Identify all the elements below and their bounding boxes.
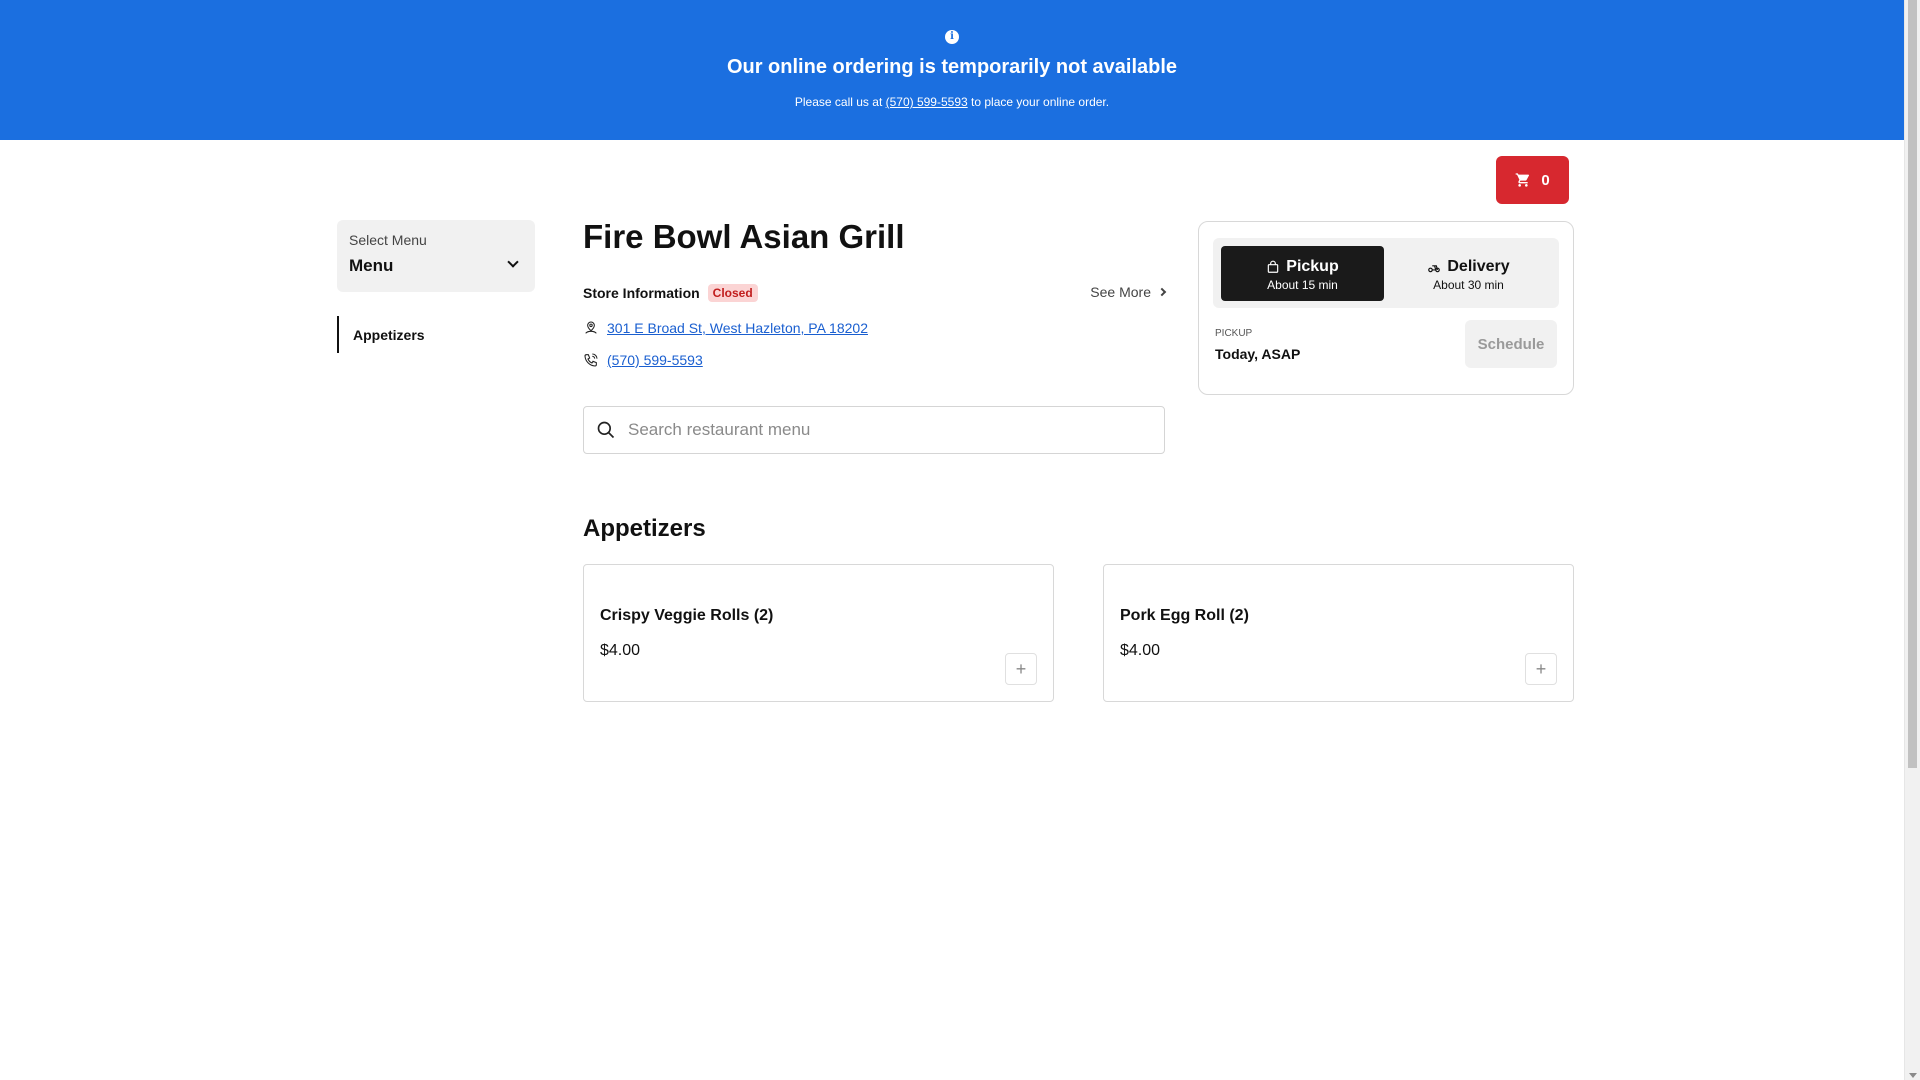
item-name: Crispy Veggie Rolls (2) xyxy=(600,607,774,624)
unavailable-banner: i Our online ordering is temporarily not… xyxy=(0,0,1904,140)
banner-sub-suffix: to place your online order. xyxy=(967,95,1110,109)
delivery-label: Delivery xyxy=(1447,258,1510,275)
section-title: Appetizers xyxy=(583,515,706,542)
delivery-button[interactable]: Delivery About 30 min xyxy=(1387,246,1550,301)
see-more-button[interactable]: See More xyxy=(1090,284,1167,300)
plus-icon: + xyxy=(1015,659,1027,679)
search-input[interactable] xyxy=(628,420,1148,440)
address-link[interactable]: 301 E Broad St, West Hazleton, PA 18202 xyxy=(607,320,868,336)
bag-icon xyxy=(1268,260,1279,273)
cart-count: 0 xyxy=(1541,171,1550,189)
phone-row: (570) 599-5593 xyxy=(583,352,703,368)
info-icon: i xyxy=(945,30,959,44)
store-info-label: Store Information xyxy=(583,285,700,301)
order-panel: Pickup About 15 min Delivery About 30 mi… xyxy=(1198,221,1574,395)
store-info-row: Store Information Closed See More xyxy=(583,282,1167,304)
add-item-button[interactable]: + xyxy=(1005,653,1037,685)
add-item-button[interactable]: + xyxy=(1525,653,1557,685)
location-pin-icon xyxy=(585,321,597,334)
search-icon xyxy=(597,421,615,439)
chevron-right-icon xyxy=(1157,287,1167,297)
scooter-icon xyxy=(1428,265,1441,273)
menu-select[interactable]: Select Menu Menu xyxy=(337,220,535,292)
menu-item-card[interactable]: Crispy Veggie Rolls (2) $4.00 + xyxy=(583,564,1054,702)
item-name: Pork Egg Roll (2) xyxy=(1120,607,1249,624)
schedule-button[interactable]: Schedule xyxy=(1465,320,1557,368)
scrollbar-thumb[interactable] xyxy=(1908,0,1917,768)
item-price: $4.00 xyxy=(1120,642,1161,659)
pickup-time: About 15 min xyxy=(1267,278,1338,292)
banner-title: Our online ordering is temporarily not a… xyxy=(726,56,1178,78)
menu-select-value: Menu xyxy=(349,256,394,275)
page-scrollbar[interactable] xyxy=(1904,0,1920,1080)
banner-sub-prefix: Please call us at xyxy=(794,95,886,109)
pickup-label: Pickup xyxy=(1286,258,1339,275)
delivery-time: About 30 min xyxy=(1433,278,1504,292)
phone-link[interactable]: (570) 599-5593 xyxy=(607,352,703,368)
fulfillment-toggle: Pickup About 15 min Delivery About 30 mi… xyxy=(1213,238,1559,308)
address-row: 301 E Broad St, West Hazleton, PA 18202 xyxy=(583,320,868,336)
phone-icon xyxy=(584,353,598,367)
cart-icon xyxy=(1515,173,1530,187)
banner-phone-link[interactable]: (570) 599-5593 xyxy=(886,95,968,109)
banner-subtitle: Please call us at (570) 599-5593 to plac… xyxy=(0,95,1904,109)
cart-button[interactable]: 0 xyxy=(1496,156,1569,204)
see-more-label: See More xyxy=(1090,284,1151,300)
pickup-button[interactable]: Pickup About 15 min xyxy=(1221,246,1384,301)
search-box xyxy=(583,406,1165,454)
order-mode-label: PICKUP xyxy=(1215,328,1253,339)
scroll-down-icon[interactable] xyxy=(1909,1073,1917,1078)
status-badge: Closed xyxy=(707,284,758,302)
menu-select-label: Select Menu xyxy=(349,232,427,248)
plus-icon: + xyxy=(1535,659,1547,679)
menu-item-card[interactable]: Pork Egg Roll (2) $4.00 + xyxy=(1103,564,1574,702)
order-when: Today, ASAP xyxy=(1215,346,1301,362)
category-nav-appetizers[interactable]: Appetizers xyxy=(337,316,535,353)
item-price: $4.00 xyxy=(600,642,641,659)
store-name: Fire Bowl Asian Grill xyxy=(583,218,905,255)
